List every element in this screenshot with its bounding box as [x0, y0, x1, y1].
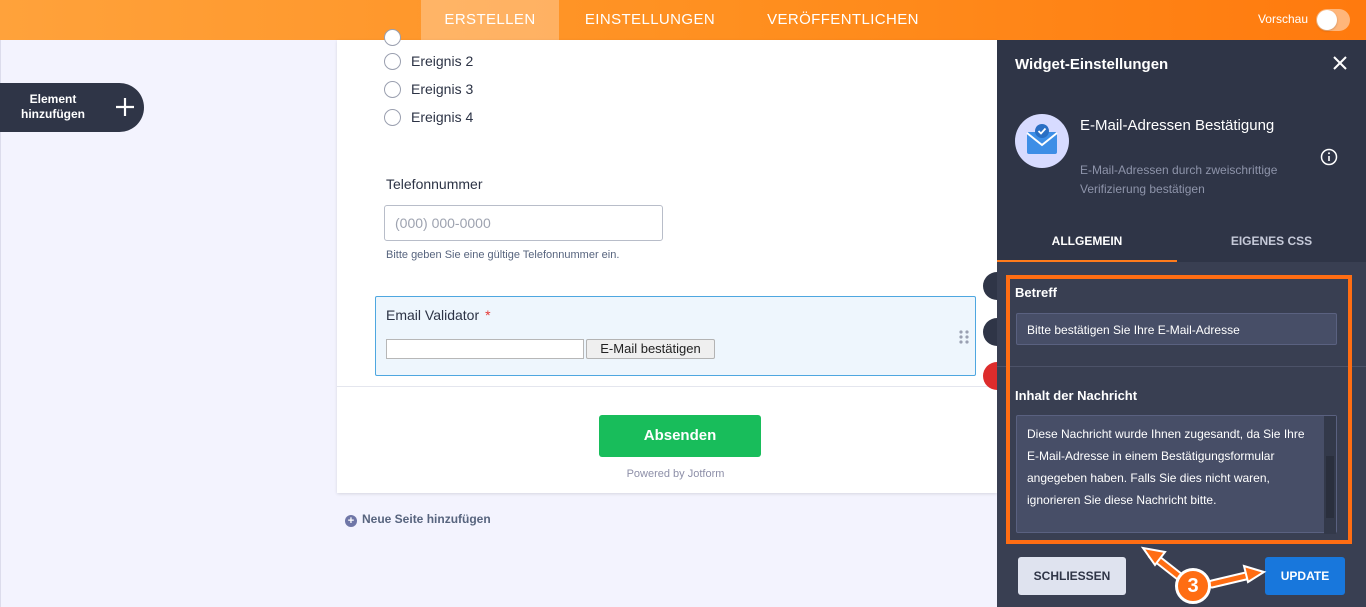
- email-validator-label: Email Validator *: [386, 307, 491, 323]
- panel-tabs: ALLGEMEIN EIGENES CSS: [997, 220, 1366, 262]
- verify-email-button[interactable]: E-Mail bestätigen: [586, 339, 715, 359]
- email-validator-title: Email Validator: [386, 307, 480, 323]
- close-button[interactable]: SCHLIESSEN: [1018, 557, 1126, 595]
- message-label: Inhalt der Nachricht: [1015, 388, 1138, 403]
- submit-button[interactable]: Absenden: [599, 415, 761, 457]
- powered-by: Powered by Jotform: [626, 468, 725, 480]
- tab-eigenes-css[interactable]: EIGENES CSS: [1177, 220, 1366, 262]
- email-validator-field[interactable]: Email Validator * E-Mail bestätigen: [375, 296, 976, 376]
- preview-toggle[interactable]: [1316, 9, 1350, 31]
- add-element-button[interactable]: Element hinzufügen: [0, 83, 144, 132]
- widget-description: E-Mail-Adressen durch zweischrittige Ver…: [1080, 163, 1278, 196]
- radio-label: Ereignis 3: [411, 81, 474, 97]
- widget-info: E-Mail-Adressen Bestätigung E-Mail-Adres…: [997, 90, 1366, 220]
- phone-label: Telefonnummer: [386, 176, 483, 192]
- update-button[interactable]: UPDATE: [1265, 557, 1345, 595]
- tab-erstellen[interactable]: ERSTELLEN: [421, 0, 559, 40]
- radio-circle: [384, 81, 401, 98]
- widget-settings-panel: Widget-Einstellungen E-Mail-Adressen Bes…: [997, 40, 1366, 607]
- tab-veroeffentlichen[interactable]: VERÖFFENTLICHEN: [752, 0, 934, 40]
- subject-input[interactable]: Bitte bestätigen Sie Ihre E-Mail-Adresse: [1016, 313, 1337, 345]
- email-verify-icon: [1026, 124, 1058, 154]
- phone-input[interactable]: (000) 000-0000: [384, 205, 663, 241]
- radio-circle: [384, 29, 401, 46]
- message-text: Diese Nachricht wurde Ihnen zugesandt, d…: [1027, 427, 1305, 507]
- step-number-badge: 3: [1175, 568, 1211, 604]
- panel-title: Widget-Einstellungen: [1015, 56, 1169, 73]
- subject-label: Betreff: [1015, 285, 1057, 300]
- textarea-scroll-thumb[interactable]: [1326, 456, 1334, 518]
- form-canvas: Ereignis 2 Ereignis 3 Ereignis 4 Telefon…: [337, 29, 997, 493]
- toggle-knob: [1317, 10, 1337, 30]
- tab-allgemein[interactable]: ALLGEMEIN: [997, 220, 1177, 262]
- plus-icon: [116, 98, 134, 116]
- widget-name: E-Mail-Adressen Bestätigung: [1080, 117, 1275, 134]
- message-textarea[interactable]: Diese Nachricht wurde Ihnen zugesandt, d…: [1016, 415, 1337, 534]
- add-element-label: Element hinzufügen: [21, 92, 85, 121]
- tab-einstellungen[interactable]: EINSTELLUNGEN: [570, 0, 730, 40]
- drag-handle-icon[interactable]: [958, 329, 970, 345]
- radio-circle: [384, 53, 401, 70]
- top-navigation-bar: ERSTELLEN EINSTELLUNGEN VERÖFFENTLICHEN …: [0, 0, 1366, 40]
- radio-circle: [384, 109, 401, 126]
- add-page-label: Neue Seite hinzufügen: [362, 512, 491, 526]
- add-page-button[interactable]: + Neue Seite hinzufügen: [345, 512, 491, 527]
- radio-label: Ereignis 2: [411, 53, 474, 69]
- info-icon[interactable]: [1320, 148, 1338, 166]
- form-divider: [337, 386, 997, 387]
- widget-avatar: [1015, 114, 1069, 168]
- preview-label: Vorschau: [1257, 12, 1308, 26]
- add-page-plus-icon: +: [345, 515, 357, 527]
- panel-header: Widget-Einstellungen: [997, 40, 1366, 90]
- close-icon[interactable]: [1333, 56, 1347, 70]
- required-mark: *: [485, 307, 491, 323]
- email-input[interactable]: [386, 339, 584, 359]
- section-divider: [997, 366, 1366, 367]
- radio-label: Ereignis 4: [411, 109, 474, 125]
- phone-hint: Bitte geben Sie eine gültige Telefonnumm…: [386, 249, 620, 261]
